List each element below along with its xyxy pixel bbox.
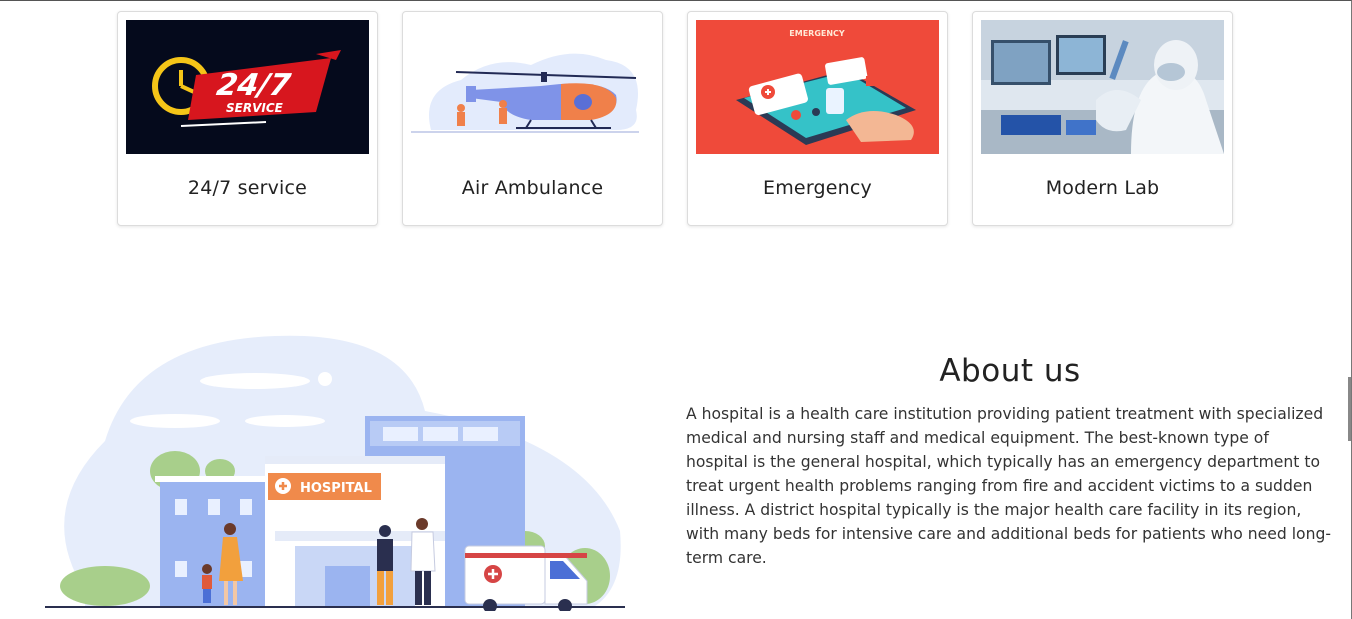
about-body: A hospital is a health care institution …: [686, 405, 1331, 567]
service-title: Modern Lab: [1045, 177, 1160, 199]
service-title: Air Ambulance: [461, 177, 604, 199]
service-card-air-ambulance[interactable]: Air Ambulance: [402, 11, 663, 226]
about-heading: About us: [939, 353, 1081, 389]
helicopter-icon: [411, 20, 654, 154]
svg-text:EMERGENCY: EMERGENCY: [789, 29, 845, 38]
page: 24/7 SERVICE 24/7 service Air Ambulance …: [0, 0, 1352, 619]
service-title: 24/7 service: [187, 177, 308, 199]
service-card-emergency[interactable]: EMERGENCY Emergency: [687, 11, 948, 226]
svg-text:HOSPITAL: HOSPITAL: [300, 481, 372, 496]
service-card-24-7[interactable]: 24/7 SERVICE 24/7 service: [117, 11, 378, 226]
service-title: Emergency: [763, 177, 872, 199]
24-7-service-icon: 24/7 SERVICE: [126, 20, 369, 154]
service-card-modern-lab[interactable]: Modern Lab: [972, 11, 1233, 226]
hospital-illustration: HOSPITAL: [25, 321, 645, 611]
svg-text:24/7: 24/7: [214, 68, 292, 103]
services-row: 24/7 SERVICE 24/7 service Air Ambulance …: [117, 11, 1233, 226]
scrollbar-thumb[interactable]: [1348, 377, 1351, 441]
lab-icon: [981, 20, 1224, 154]
emergency-app-icon: EMERGENCY: [696, 20, 939, 154]
svg-text:SERVICE: SERVICE: [226, 101, 284, 115]
